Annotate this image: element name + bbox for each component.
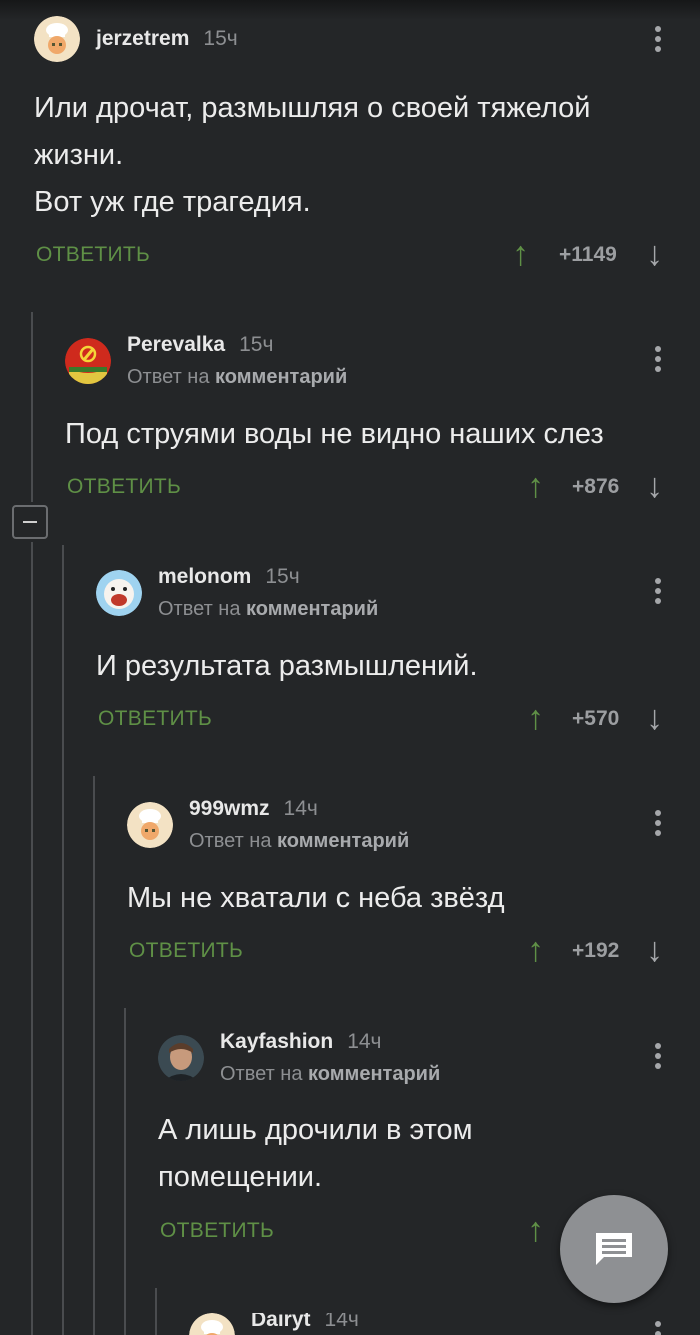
comment-text: Под струями воды не видно наших слез <box>65 418 604 450</box>
author-name[interactable]: Kayfashion <box>220 1030 333 1053</box>
comment-icon <box>596 1233 632 1265</box>
comment: 999wmz 14ч Ответ на комментарий Мы не хва… <box>127 797 675 977</box>
comment-text: Или дрочат, размышляя о своей тяжелой жи… <box>34 92 591 218</box>
comment-fab-button[interactable] <box>560 1195 668 1303</box>
author-name[interactable]: Dairyt <box>251 1313 311 1331</box>
arrow-up-icon[interactable]: ↑ <box>527 1213 544 1247</box>
comment-score: +876 <box>572 475 620 498</box>
reply-to-prefix: Ответ на <box>158 598 241 620</box>
reply-to-link[interactable]: комментарий <box>308 1063 440 1085</box>
author-name[interactable]: 999wmz <box>189 797 270 820</box>
arrow-down-icon[interactable]: ↓ <box>646 933 663 967</box>
reply-to: Ответ на комментарий <box>220 1063 440 1086</box>
reply-to-link[interactable]: комментарий <box>215 366 347 388</box>
chef-avatar-icon <box>127 802 173 848</box>
more-vertical-icon[interactable] <box>655 1043 663 1073</box>
arrow-down-icon[interactable]: ↓ <box>646 701 663 735</box>
arrow-down-icon[interactable]: ↓ <box>646 469 663 503</box>
avatar[interactable] <box>158 1035 204 1081</box>
avatar[interactable] <box>189 1313 235 1335</box>
reply-to: Ответ на комментарий <box>158 598 378 621</box>
thread-line <box>31 312 33 502</box>
comment: Dairyt 14ч <box>189 1313 675 1335</box>
arrow-down-icon[interactable]: ↓ <box>646 237 663 271</box>
reply-button[interactable]: ОТВЕТИТЬ <box>36 243 150 267</box>
comment-text: И результата размышлений. <box>96 650 478 682</box>
reply-to-prefix: Ответ на <box>127 366 210 388</box>
reply-to-prefix: Ответ на <box>220 1063 303 1085</box>
author-name[interactable]: jerzetrem <box>96 27 189 50</box>
reply-button[interactable]: ОТВЕТИТЬ <box>98 707 212 731</box>
arrow-up-icon[interactable]: ↑ <box>527 469 544 503</box>
man-portrait-avatar-icon <box>158 1035 204 1081</box>
soviet-emblem-avatar-icon <box>65 338 111 384</box>
collapse-minus-icon[interactable] <box>12 505 48 539</box>
comment-time: 15ч <box>265 565 300 588</box>
avatar[interactable] <box>65 338 111 384</box>
arrow-up-icon[interactable]: ↑ <box>512 237 529 271</box>
arrow-up-icon[interactable]: ↑ <box>527 701 544 735</box>
thread-line <box>93 776 95 1335</box>
reply-to: Ответ на комментарий <box>189 830 409 853</box>
comment-author[interactable]: jerzetrem 15ч <box>96 27 238 51</box>
arrow-up-icon[interactable]: ↑ <box>527 933 544 967</box>
comment-author[interactable]: Dairyt 14ч <box>251 1313 359 1332</box>
thread-line <box>31 542 33 1335</box>
author-name[interactable]: melonom <box>158 565 251 588</box>
comment-time: 15ч <box>239 333 274 356</box>
more-vertical-icon[interactable] <box>655 26 663 56</box>
more-vertical-icon[interactable] <box>655 346 663 376</box>
author-name[interactable]: Perevalka <box>127 333 225 356</box>
comment-text: А лишь дрочили в этом помещении. <box>158 1114 473 1193</box>
comment-time: 14ч <box>324 1313 359 1331</box>
avatar[interactable] <box>34 16 80 62</box>
more-vertical-icon[interactable] <box>655 578 663 608</box>
comment-author[interactable]: melonom 15ч <box>158 565 300 589</box>
comment-author[interactable]: 999wmz 14ч <box>189 797 318 821</box>
reply-to: Ответ на комментарий <box>127 366 347 389</box>
comment: Perevalka 15ч Ответ на комментарий Под ст… <box>65 333 675 513</box>
reply-button[interactable]: ОТВЕТИТЬ <box>160 1219 274 1243</box>
avatar[interactable] <box>127 802 173 848</box>
comment-score: +570 <box>572 707 620 730</box>
reply-to-prefix: Ответ на <box>189 830 272 852</box>
reply-button[interactable]: ОТВЕТИТЬ <box>67 475 181 499</box>
comment-time: 15ч <box>203 27 238 50</box>
chef-avatar-icon <box>189 1313 235 1335</box>
avatar[interactable] <box>96 570 142 616</box>
reply-to-link[interactable]: комментарий <box>277 830 409 852</box>
more-vertical-icon[interactable] <box>655 810 663 840</box>
thread-line <box>124 1008 126 1335</box>
comment-score: +1149 <box>559 243 617 266</box>
comment-author[interactable]: Kayfashion 14ч <box>220 1030 382 1054</box>
comment-author[interactable]: Perevalka 15ч <box>127 333 273 357</box>
more-vertical-icon[interactable] <box>655 1321 663 1335</box>
comment-text: Мы не хватали с неба звёзд <box>127 882 505 914</box>
comment-time: 14ч <box>283 797 318 820</box>
thread-line <box>62 545 64 1335</box>
comment-time: 14ч <box>347 1030 382 1053</box>
comment: jerzetrem 15ч Или дрочат, размышляя о сво… <box>34 16 674 286</box>
comment: melonom 15ч Ответ на комментарий И резуль… <box>96 565 675 745</box>
comment-score: +192 <box>572 939 620 962</box>
chef-avatar-icon <box>34 16 80 62</box>
reply-to-link[interactable]: комментарий <box>246 598 378 620</box>
thread-line <box>155 1288 157 1335</box>
reply-button[interactable]: ОТВЕТИТЬ <box>129 939 243 963</box>
cartoon-face-avatar-icon <box>96 570 142 616</box>
